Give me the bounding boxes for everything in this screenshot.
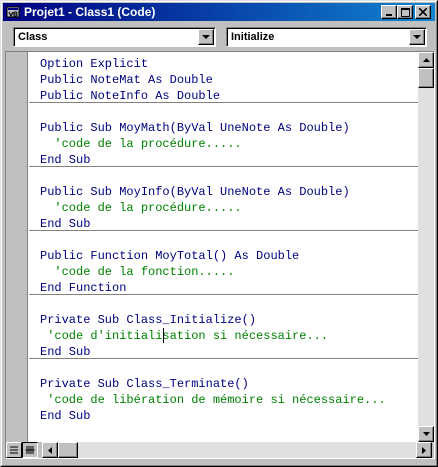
- horizontal-scroll-track[interactable]: [58, 442, 416, 458]
- horizontal-scroll-thumb[interactable]: [58, 442, 78, 458]
- vertical-scroll-thumb[interactable]: [418, 68, 434, 88]
- maximize-icon: [400, 7, 410, 17]
- procedure-combo-value: Initialize: [231, 31, 275, 43]
- procedure-separator: [29, 102, 418, 103]
- full-module-view-button[interactable]: [22, 442, 38, 458]
- vb-code-window-icon[interactable]: [6, 5, 20, 19]
- close-button[interactable]: [415, 5, 431, 19]
- comment-line: 'code de la fonction.....: [40, 265, 235, 279]
- window-title: Projet1 - Class1 (Code): [24, 5, 156, 19]
- arrow-up-icon: [422, 58, 430, 62]
- vertical-scrollbar[interactable]: [418, 52, 434, 442]
- procedure-view-button[interactable]: [6, 442, 22, 458]
- arrow-left-icon: [48, 446, 52, 454]
- comment-line: 'code de la procédure.....: [40, 201, 242, 215]
- arrow-right-icon: [422, 446, 426, 454]
- code-line: Public Sub MoyMath(ByVal UneNote As Doub…: [40, 121, 350, 135]
- code-line: End Sub: [40, 409, 91, 423]
- maximize-button[interactable]: [397, 5, 413, 19]
- code-line: Private Sub Class_Initialize(): [40, 313, 257, 327]
- scroll-down-button[interactable]: [418, 426, 434, 442]
- object-combo-dropdown-button[interactable]: [198, 29, 214, 45]
- procedure-separator: [29, 294, 418, 295]
- procedure-separator: [29, 166, 418, 167]
- scroll-up-button[interactable]: [418, 52, 434, 68]
- object-combo-value: Class: [18, 31, 48, 43]
- comment-line: 'code de la procédure.....: [40, 137, 242, 151]
- comment-line: 'code d'initialisation si nécessaire...: [40, 329, 329, 343]
- code-line: Public Sub MoyInfo(ByVal UneNote As Doub…: [40, 185, 350, 199]
- comment-line: 'code de libération de mémoire si nécess…: [40, 393, 386, 407]
- code-editor-frame: Option Explicit Public NoteMat As Double…: [5, 51, 435, 459]
- code-editor[interactable]: Option Explicit Public NoteMat As Double…: [29, 52, 418, 442]
- bottom-bar: [6, 442, 434, 458]
- scroll-right-button[interactable]: [416, 442, 432, 458]
- minimize-button[interactable]: [381, 5, 397, 19]
- margin-indicator-bar[interactable]: [6, 52, 28, 442]
- code-line: Option Explicit: [40, 57, 149, 71]
- procedure-combo[interactable]: Initialize: [226, 27, 427, 47]
- minimize-icon: [386, 14, 392, 16]
- object-combo[interactable]: Class: [13, 27, 216, 47]
- text-cursor: [163, 328, 164, 343]
- procedure-separator: [29, 358, 418, 359]
- chevron-down-icon: [413, 34, 421, 39]
- code-window: Projet1 - Class1 (Code) Class Initialize…: [0, 0, 438, 467]
- scroll-left-button[interactable]: [42, 442, 58, 458]
- code-line: Private Sub Class_Terminate(): [40, 377, 249, 391]
- arrow-down-icon: [422, 432, 430, 436]
- full-module-view-icon: [25, 446, 35, 453]
- procedure-view-icon: [10, 446, 18, 454]
- code-line: Public NoteMat As Double: [40, 73, 213, 87]
- procedure-separator: [29, 230, 418, 231]
- code-line: Public Function MoyTotal() As Double: [40, 249, 300, 263]
- title-bar[interactable]: Projet1 - Class1 (Code): [3, 3, 435, 21]
- procedure-combo-dropdown-button[interactable]: [409, 29, 425, 45]
- close-icon: [419, 8, 427, 16]
- chevron-down-icon: [202, 34, 210, 39]
